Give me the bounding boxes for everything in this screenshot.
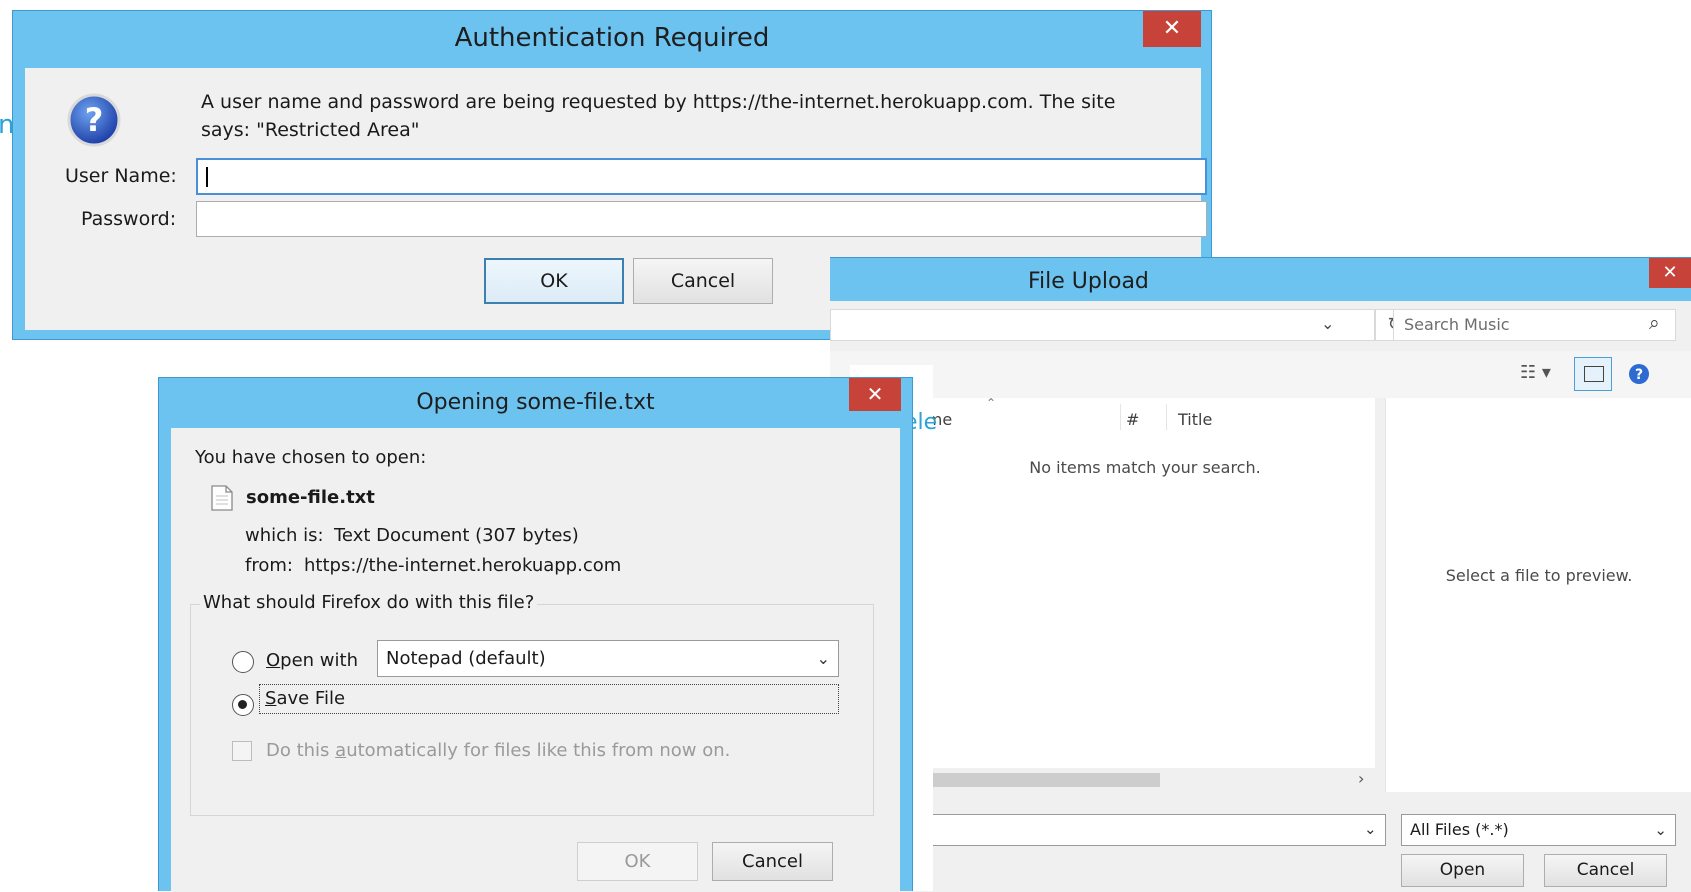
auth-ok-button[interactable]: OK (484, 258, 624, 304)
auto-checkbox[interactable] (232, 741, 252, 761)
close-icon: ✕ (1162, 16, 1182, 41)
column-divider[interactable] (1166, 404, 1167, 430)
preview-pane: Select a file to preview. (1385, 398, 1691, 792)
upload-dialog-title: File Upload (1028, 269, 1149, 294)
upload-close-button[interactable]: ✕ (1649, 258, 1691, 288)
username-input[interactable] (196, 158, 1207, 195)
opening-close-button[interactable]: ✕ (849, 378, 901, 411)
auth-cancel-button[interactable]: Cancel (633, 258, 773, 304)
view-options-icon[interactable]: ☷ ▾ (1520, 362, 1551, 383)
opening-dialog-title: Opening some-file.txt (416, 390, 655, 415)
svg-text:?: ? (1635, 367, 1643, 383)
auto-checkbox-label[interactable]: Do this automatically for files like thi… (266, 740, 730, 761)
save-file-text: ave File (276, 688, 346, 709)
document-icon (211, 485, 233, 511)
preview-pane-icon (1584, 366, 1604, 382)
svg-text:?: ? (85, 101, 104, 139)
upload-open-button[interactable]: Open (1401, 854, 1524, 887)
filetype-value: All Files (*.*) (1410, 820, 1509, 839)
chevron-down-icon: ⌄ (1654, 821, 1667, 839)
auto-text-pre: Do this (266, 740, 336, 761)
opening-dialog: Opening some-file.txt ✕ You have chosen … (158, 377, 913, 892)
auth-close-button[interactable]: ✕ (1143, 11, 1201, 47)
help-icon[interactable]: ? (1628, 363, 1650, 385)
preview-pane-button[interactable] (1574, 357, 1612, 391)
question-icon: ? (67, 93, 121, 147)
preview-message: Select a file to preview. (1445, 566, 1633, 585)
search-placeholder: Search Music (1404, 315, 1510, 334)
open-with-app-select[interactable]: Notepad (default) ⌄ (377, 640, 839, 677)
auto-text-post: utomatically for files like this from no… (346, 740, 731, 761)
open-with-accesskey: O (266, 650, 281, 671)
opening-dialog-body: You have chosen to open: some-file.txt w… (171, 428, 900, 892)
username-label: User Name: (65, 165, 177, 187)
from-value: https://the-internet.herokuapp.com (304, 555, 622, 576)
close-icon: ✕ (1662, 262, 1678, 283)
password-label: Password: (81, 208, 177, 230)
column-header-title[interactable]: Title (1178, 410, 1212, 429)
toolbar: ☷ ▾ ? (830, 351, 1691, 398)
auth-message-line1: A user name and password are being reque… (201, 91, 1116, 113)
open-with-radio[interactable] (232, 651, 254, 673)
file-name: some-file.txt (246, 487, 375, 508)
address-bar[interactable]: ⌄ (830, 309, 1375, 341)
upload-dialog: File Upload ✕ ⌄ ↻ Search Music ⌕ ☷ ▾ ? (830, 257, 1691, 892)
upload-dialog-body: ⌄ ↻ Search Music ⌕ ☷ ▾ ? Name ⌃ # (830, 301, 1691, 892)
auto-accesskey: a (335, 740, 347, 761)
auth-message-line2: says: "Restricted Area" (201, 119, 420, 141)
search-icon: ⌕ (1649, 312, 1660, 334)
upload-cancel-button[interactable]: Cancel (1544, 854, 1667, 887)
save-file-label[interactable]: Save File (259, 684, 839, 714)
save-file-radio[interactable] (232, 694, 254, 716)
which-is-value: Text Document (307 bytes) (334, 525, 579, 546)
radio-selected-dot (238, 700, 247, 709)
opening-ok-button[interactable]: OK (577, 842, 698, 881)
which-is-label: which is: (245, 525, 324, 546)
password-input[interactable] (196, 201, 1207, 237)
opening-cancel-button[interactable]: Cancel (712, 842, 833, 881)
action-group-label: What should Firefox do with this file? (200, 592, 538, 613)
chevron-down-icon: ⌄ (816, 649, 830, 668)
close-icon: ✕ (866, 382, 884, 406)
chosen-label: You have chosen to open: (195, 447, 427, 468)
sort-indicator-icon: ⌃ (986, 396, 997, 410)
scroll-right-icon[interactable]: › (1358, 769, 1364, 788)
open-with-text: pen with (280, 650, 358, 671)
column-divider[interactable] (1120, 404, 1121, 430)
text-caret (206, 167, 208, 187)
from-label: from: (245, 555, 293, 576)
filetype-select[interactable]: All Files (*.*) ⌄ (1401, 814, 1676, 846)
scrollbar-thumb[interactable] (910, 773, 1160, 787)
search-box[interactable]: Search Music ⌕ (1393, 309, 1676, 341)
auth-dialog-title: Authentication Required (454, 23, 770, 53)
column-header-number[interactable]: # (1126, 410, 1139, 429)
open-with-label[interactable]: Open with (266, 650, 358, 671)
save-file-accesskey: S (265, 688, 277, 709)
chevron-down-icon: ⌄ (1364, 820, 1377, 838)
chevron-down-icon[interactable]: ⌄ (1321, 314, 1334, 333)
open-with-app-value: Notepad (default) (386, 648, 546, 669)
